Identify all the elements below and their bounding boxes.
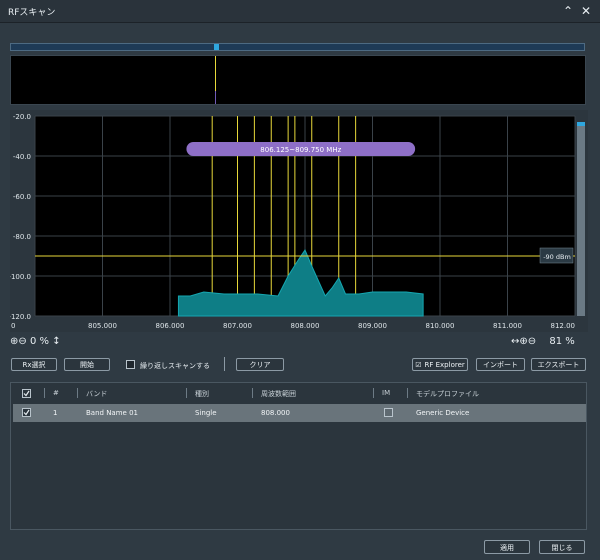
zoom-horizontal-controls: ↔⊕⊖ 81 %: [511, 336, 575, 347]
close-icon[interactable]: ✕: [578, 3, 594, 19]
select-all-checkbox[interactable]: [22, 389, 31, 398]
start-button[interactable]: 開始: [64, 358, 110, 371]
zoom-in-h-icon[interactable]: ⊕: [519, 336, 527, 347]
y-tick-label: -40.0: [13, 153, 31, 161]
row-type: Single: [195, 409, 217, 417]
x-tick-label: 808.000: [291, 322, 320, 330]
column-separator: [252, 388, 253, 398]
title-bar: RFスキャン ⌃ ✕: [0, 0, 600, 23]
overview-scrollbar[interactable]: [10, 43, 585, 51]
zoom-out-icon[interactable]: ⊖: [18, 336, 26, 347]
close-button[interactable]: 閉じる: [539, 540, 585, 554]
zoom-horizontal-value: 81 %: [549, 336, 575, 347]
column-separator: [77, 388, 78, 398]
column-header-band[interactable]: バンド: [86, 389, 107, 399]
x-tick-label: 805.000: [88, 322, 117, 330]
spectrum-svg[interactable]: -20.0 -40.0 -60.0 -80.0 -100.0 -120.0 0 805.00…: [10, 110, 588, 332]
repeat-scan-checkbox[interactable]: [126, 360, 135, 369]
column-separator: [186, 388, 187, 398]
row-profile: Generic Device: [416, 409, 470, 417]
x-tick-label: 807.000: [223, 322, 252, 330]
overview-thumb[interactable]: [214, 44, 219, 50]
x-tick-label: 806.000: [156, 322, 185, 330]
spectrum-chart[interactable]: -20.0 -40.0 -60.0 -80.0 -100.0 -120.0 0 805.00…: [10, 110, 588, 332]
x-tick-label: 809.000: [358, 322, 387, 330]
rx-select-button[interactable]: Rx選択: [11, 358, 57, 371]
y-tick-label: -120.0: [10, 313, 31, 321]
x-tick-label: 812.00: [551, 322, 576, 330]
import-button[interactable]: インポート: [476, 358, 525, 371]
zoom-out-h-icon[interactable]: ⊖: [528, 336, 536, 347]
band-table: # バンド 種別 周波数範囲 IM モデルプロファイル 1 Band Name …: [10, 382, 587, 530]
row-band: Band Name 01: [86, 409, 138, 417]
row-im-checkbox[interactable]: [384, 408, 393, 417]
y-tick-label: -20.0: [13, 113, 31, 121]
x-axis-labels: 0 805.000 806.000 807.000 808.000 809.000 810.…: [11, 322, 575, 330]
zoom-vertical-controls: ⊕⊖ 0 % ↕: [10, 336, 61, 347]
controls-separator: [224, 357, 225, 371]
waterfall-display: [10, 55, 586, 105]
row-num: 1: [53, 409, 58, 417]
frequency-range-label: 806.125~809.750 MHz: [260, 146, 341, 154]
y-tick-label: -80.0: [13, 233, 31, 241]
edit-icon: ☑: [415, 361, 422, 369]
vertical-resize-icon[interactable]: ↕: [52, 336, 60, 347]
column-header-type[interactable]: 種別: [195, 389, 209, 399]
y-axis-labels: -20.0 -40.0 -60.0 -80.0 -100.0 -120.0: [10, 113, 31, 321]
row-checkbox[interactable]: [22, 408, 31, 417]
rf-explorer-label: RF Explorer: [424, 361, 465, 369]
check-icon: [23, 390, 30, 397]
export-button[interactable]: エクスポート: [531, 358, 586, 371]
y-tick-label: -100.0: [10, 273, 31, 281]
zoom-vertical-value: 0 %: [29, 336, 50, 347]
window-title: RFスキャン: [8, 8, 56, 18]
collapse-icon[interactable]: ⌃: [560, 3, 576, 19]
column-header-range[interactable]: 周波数範囲: [261, 389, 296, 399]
rf-explorer-button[interactable]: ☑ RF Explorer: [412, 358, 468, 371]
row-range: 808.000: [261, 409, 290, 417]
table-header: # バンド 種別 周波数範囲 IM モデルプロファイル: [11, 383, 586, 403]
column-header-num[interactable]: #: [53, 389, 59, 397]
column-separator: [407, 388, 408, 398]
clear-button[interactable]: クリア: [236, 358, 284, 371]
y-tick-label: -60.0: [13, 193, 31, 201]
x-tick-label: 0: [11, 322, 15, 330]
vertical-scrollbar-thumb[interactable]: [577, 122, 585, 126]
waterfall-marker-tail: [215, 91, 216, 104]
apply-button[interactable]: 適用: [484, 540, 530, 554]
x-tick-label: 810.000: [426, 322, 455, 330]
threshold-label: -90 dBm: [543, 253, 571, 261]
x-tick-label: 811.000: [493, 322, 522, 330]
table-row[interactable]: 1 Band Name 01 Single 808.000 Generic De…: [13, 404, 586, 422]
column-header-im[interactable]: IM: [382, 389, 390, 397]
column-header-profile[interactable]: モデルプロファイル: [416, 389, 479, 399]
column-separator: [373, 388, 374, 398]
vertical-scrollbar[interactable]: [577, 122, 585, 316]
repeat-scan-label: 繰り返しスキャンする: [140, 362, 210, 370]
column-separator: [44, 388, 45, 398]
check-icon: [23, 409, 30, 416]
